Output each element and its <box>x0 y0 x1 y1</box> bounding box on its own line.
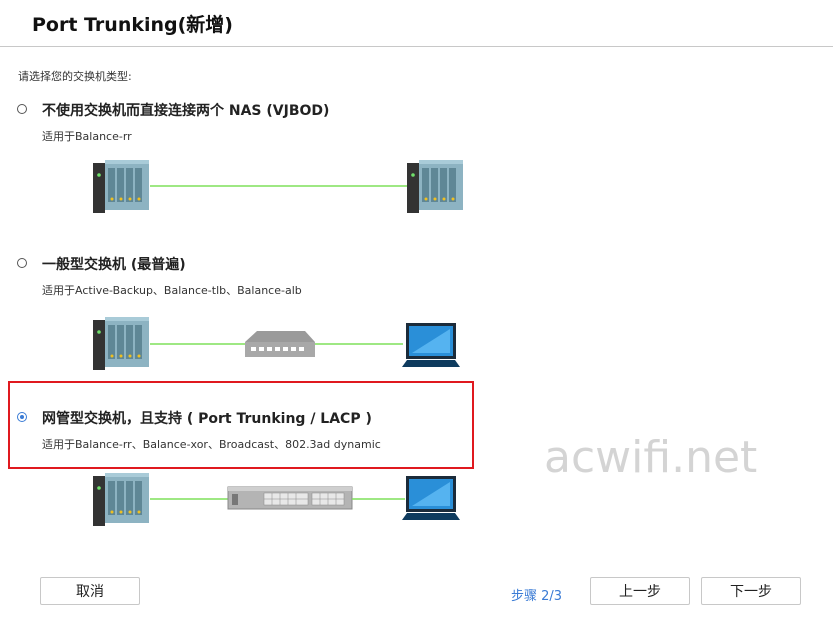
managed-switch-icon <box>227 486 353 510</box>
cancel-button[interactable]: 取消 <box>40 577 140 605</box>
topology-diagrams <box>93 160 463 526</box>
laptop-icon <box>402 476 460 520</box>
switch-icon <box>245 331 315 357</box>
nas-icon <box>93 160 149 213</box>
nas-icon <box>407 160 463 213</box>
step-indicator: 步骤 2/3 <box>511 589 563 604</box>
nas-icon <box>93 473 149 526</box>
nas-icon <box>93 317 149 370</box>
previous-button[interactable]: 上一步 <box>590 577 690 605</box>
watermark: acwifi.net <box>544 432 758 483</box>
laptop-icon <box>402 323 460 367</box>
next-button[interactable]: 下一步 <box>701 577 801 605</box>
